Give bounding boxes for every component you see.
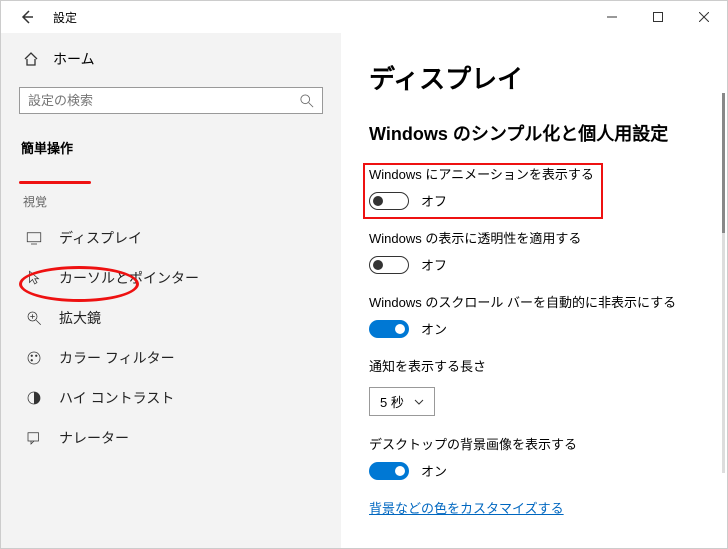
toggle-animations[interactable] xyxy=(369,192,409,210)
page-heading: ディスプレイ xyxy=(369,59,699,96)
sidebar-item-narrator[interactable]: ナレーター xyxy=(1,418,341,458)
home-icon xyxy=(23,51,39,67)
search-input[interactable] xyxy=(28,93,300,108)
sidebar: ホーム 簡単操作 視覚 ディスプレイ カーソルとポインター 拡大鏡 xyxy=(1,33,341,548)
sidebar-item-label: ディスプレイ xyxy=(59,228,142,248)
page-subheading: Windows のシンプル化と個人用設定 xyxy=(369,120,699,146)
scrollbar-track[interactable] xyxy=(722,93,725,473)
setting-scrollbar: Windows のスクロール バーを自動的に非表示にする オン xyxy=(369,292,699,338)
sidebar-item-display[interactable]: ディスプレイ xyxy=(1,218,341,258)
setting-label: Windows の表示に透明性を適用する xyxy=(369,228,699,247)
annotation-circle xyxy=(19,266,139,302)
annotation-underline xyxy=(19,181,91,184)
setting-label: デスクトップの背景画像を表示する xyxy=(369,434,699,453)
palette-icon xyxy=(25,349,43,367)
contrast-icon xyxy=(25,389,43,407)
titlebar: 設定 xyxy=(1,1,727,33)
select-value: 5 秒 xyxy=(380,392,404,411)
content-pane: ディスプレイ Windows のシンプル化と個人用設定 Windows にアニメ… xyxy=(341,33,727,548)
search-field[interactable] xyxy=(19,87,323,114)
close-button[interactable] xyxy=(681,1,727,33)
back-arrow-icon xyxy=(19,9,35,25)
minimize-button[interactable] xyxy=(589,1,635,33)
customize-colors-link[interactable]: 背景などの色をカスタマイズする xyxy=(369,501,564,516)
display-icon xyxy=(25,229,43,247)
magnifier-icon xyxy=(25,309,43,327)
sidebar-list: ディスプレイ カーソルとポインター 拡大鏡 カラー フィルター ハイ コントラス… xyxy=(1,218,341,458)
home-label: ホーム xyxy=(53,49,95,69)
sidebar-item-contrast[interactable]: ハイ コントラスト xyxy=(1,378,341,418)
toggle-state-text: オフ xyxy=(421,255,447,274)
sidebar-item-magnifier[interactable]: 拡大鏡 xyxy=(1,298,341,338)
sidebar-item-label: ナレーター xyxy=(59,428,129,448)
scrollbar-thumb[interactable] xyxy=(722,93,725,233)
sidebar-item-label: ハイ コントラスト xyxy=(59,388,174,408)
sidebar-item-colorfilter[interactable]: カラー フィルター xyxy=(1,338,341,378)
category-heading: 簡単操作 xyxy=(21,138,73,157)
maximize-button[interactable] xyxy=(635,1,681,33)
chevron-down-icon xyxy=(414,397,424,407)
setting-background: デスクトップの背景画像を表示する オン xyxy=(369,434,699,480)
sidebar-item-label: 拡大鏡 xyxy=(59,308,101,328)
sidebar-item-label: カラー フィルター xyxy=(59,348,175,368)
toggle-state-text: オン xyxy=(421,461,447,480)
toggle-scrollbar[interactable] xyxy=(369,320,409,338)
toggle-transparency[interactable] xyxy=(369,256,409,274)
setting-label: 通知を表示する長さ xyxy=(369,356,699,375)
setting-label: Windows のスクロール バーを自動的に非表示にする xyxy=(369,292,699,311)
toggle-state-text: オン xyxy=(421,319,447,338)
narrator-icon xyxy=(25,429,43,447)
search-icon xyxy=(300,94,314,108)
setting-notification-duration: 通知を表示する長さ 5 秒 xyxy=(369,356,699,416)
section-visual: 視覚 xyxy=(23,193,323,210)
back-button[interactable] xyxy=(13,9,41,25)
setting-transparency: Windows の表示に透明性を適用する オフ xyxy=(369,228,699,274)
window-title: 設定 xyxy=(53,9,77,26)
notification-duration-select[interactable]: 5 秒 xyxy=(369,387,435,416)
toggle-background[interactable] xyxy=(369,462,409,480)
home-link[interactable]: ホーム xyxy=(23,49,323,69)
